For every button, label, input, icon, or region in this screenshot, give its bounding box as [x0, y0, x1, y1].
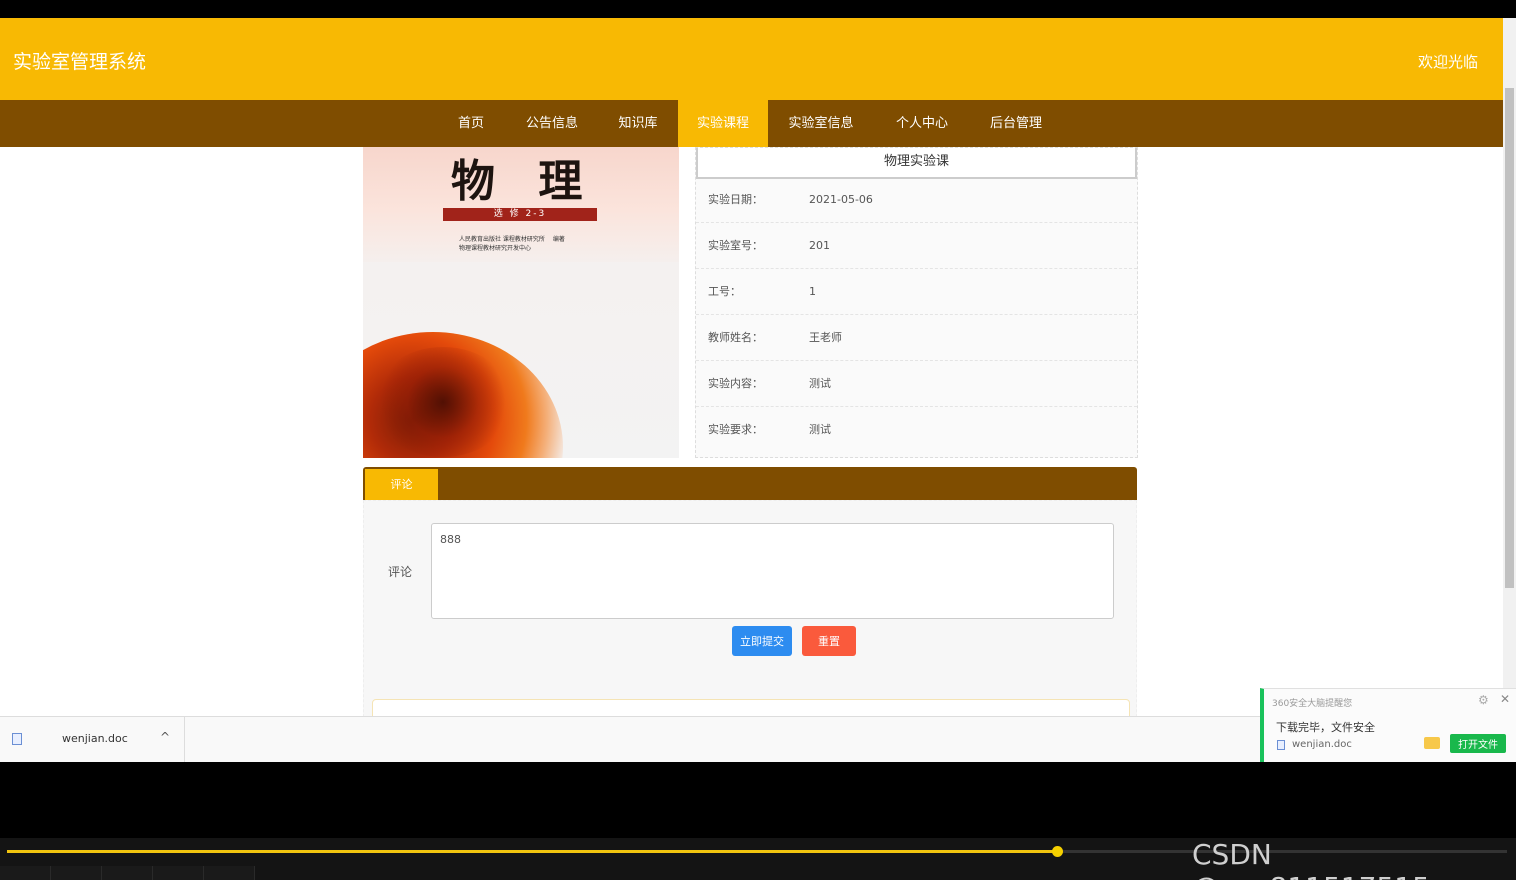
video-control[interactable]: [204, 866, 255, 880]
detail-value: 王老师: [809, 331, 842, 344]
popup-title: 360安全大脑提醒您: [1272, 699, 1353, 709]
course-detail-panel: 物理实验课 实验日期： 2021-05-06 实验室号： 201 工号： 1 教…: [695, 147, 1138, 458]
video-progress-knob[interactable]: [1052, 846, 1063, 857]
course-title: 物理实验课: [696, 148, 1137, 179]
detail-row: 实验内容： 测试: [696, 361, 1137, 407]
video-progress-fill: [7, 850, 1057, 853]
detail-row: 实验室号： 201: [696, 223, 1137, 269]
detail-label: 教师姓名：: [708, 331, 763, 344]
detail-label: 实验室号：: [708, 239, 763, 252]
cover-band: 选 修 2-3: [443, 208, 597, 221]
comment-input[interactable]: [431, 523, 1114, 619]
chevron-up-icon[interactable]: ^: [160, 730, 170, 744]
detail-value: 1: [809, 285, 816, 298]
browser-viewport: 实验室管理系统 欢迎光临 首页 公告信息 知识库 实验课程 实验室信息 个人中心…: [0, 18, 1516, 762]
popup-message: 下载完毕，文件安全: [1276, 721, 1375, 734]
cover-publisher-suffix: 编著: [552, 236, 565, 243]
video-control[interactable]: [51, 866, 102, 880]
gear-icon[interactable]: ⚙: [1478, 693, 1489, 707]
detail-value: 2021-05-06: [809, 193, 873, 206]
download-item[interactable]: wenjian.doc ^: [0, 717, 185, 762]
nav-item-personal-center[interactable]: 个人中心: [880, 100, 964, 147]
watermark: CSDN @qq_811517515: [1192, 838, 1430, 880]
detail-label: 实验日期：: [708, 193, 763, 206]
welcome-text: 欢迎光临: [1417, 53, 1478, 71]
nav-item-lab-courses[interactable]: 实验课程: [678, 100, 768, 147]
detail-value: 测试: [809, 423, 831, 436]
nav-item-lab-info[interactable]: 实验室信息: [776, 100, 866, 147]
page-scrollbar[interactable]: [1503, 18, 1516, 762]
popup-file-name: wenjian.doc: [1292, 739, 1352, 750]
nav-item-home[interactable]: 首页: [446, 100, 496, 147]
detail-label: 实验内容：: [708, 377, 763, 390]
tab-comment[interactable]: 评论: [365, 469, 438, 500]
detail-row: 实验日期： 2021-05-06: [696, 177, 1137, 223]
security-popup: 360安全大脑提醒您 ⚙ ✕ 下载完毕，文件安全 wenjian.doc 打开文…: [1260, 688, 1516, 762]
cover-sun-shadow: [373, 347, 513, 457]
detail-label: 工号：: [708, 285, 741, 298]
detail-label: 实验要求：: [708, 423, 763, 436]
video-control[interactable]: [153, 866, 204, 880]
nav-item-knowledge-base[interactable]: 知识库: [606, 100, 670, 147]
nav-item-admin[interactable]: 后台管理: [976, 100, 1056, 147]
main-content: 物 理 选 修 2-3 人民教育出版社 课程教材研究所 编著 物理课程教材研究开…: [0, 147, 1503, 762]
cover-publisher: 人民教育出版社 课程教材研究所 编著 物理课程教材研究开发中心: [459, 235, 565, 253]
scrollbar-thumb[interactable]: [1505, 88, 1514, 588]
download-bar: wenjian.doc ^: [0, 716, 1262, 762]
course-cover-image: 物 理 选 修 2-3 人民教育出版社 课程教材研究所 编著 物理课程教材研究开…: [363, 147, 679, 458]
detail-value: 201: [809, 239, 830, 252]
close-icon[interactable]: ✕: [1500, 692, 1510, 706]
video-controls: [0, 866, 256, 880]
cover-title: 物 理: [451, 156, 597, 207]
folder-icon[interactable]: [1424, 737, 1440, 749]
comment-field-label: 评论: [388, 565, 413, 579]
comment-tab-bar: 评论: [363, 467, 1137, 500]
site-header: 实验室管理系统 欢迎光临: [0, 18, 1503, 100]
video-player-bar: CSDN @qq_811517515: [0, 838, 1516, 880]
cover-publisher-line2: 物理课程教材研究开发中心: [459, 245, 532, 252]
reset-button[interactable]: 重置: [802, 626, 856, 656]
detail-value: 测试: [809, 377, 831, 390]
video-control[interactable]: [102, 866, 153, 880]
download-file-name: wenjian.doc: [62, 732, 128, 745]
submit-button[interactable]: 立即提交: [732, 626, 792, 656]
document-icon: [1277, 740, 1285, 750]
detail-row: 工号： 1: [696, 269, 1137, 315]
cover-publisher-line1: 人民教育出版社 课程教材研究所: [459, 236, 545, 243]
detail-row: 实验要求： 测试: [696, 407, 1137, 453]
app-title: 实验室管理系统: [13, 51, 147, 73]
main-nav: 首页 公告信息 知识库 实验课程 实验室信息 个人中心 后台管理: [0, 100, 1503, 147]
open-file-button[interactable]: 打开文件: [1450, 734, 1506, 753]
video-control[interactable]: [0, 866, 51, 880]
document-icon: [12, 733, 22, 745]
nav-item-announcements[interactable]: 公告信息: [512, 100, 592, 147]
detail-row: 教师姓名： 王老师: [696, 315, 1137, 361]
